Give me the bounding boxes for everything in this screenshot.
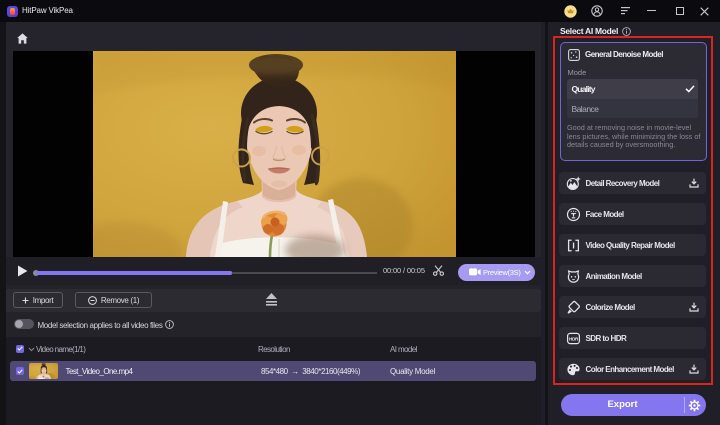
svg-text:HDR: HDR	[569, 336, 579, 341]
